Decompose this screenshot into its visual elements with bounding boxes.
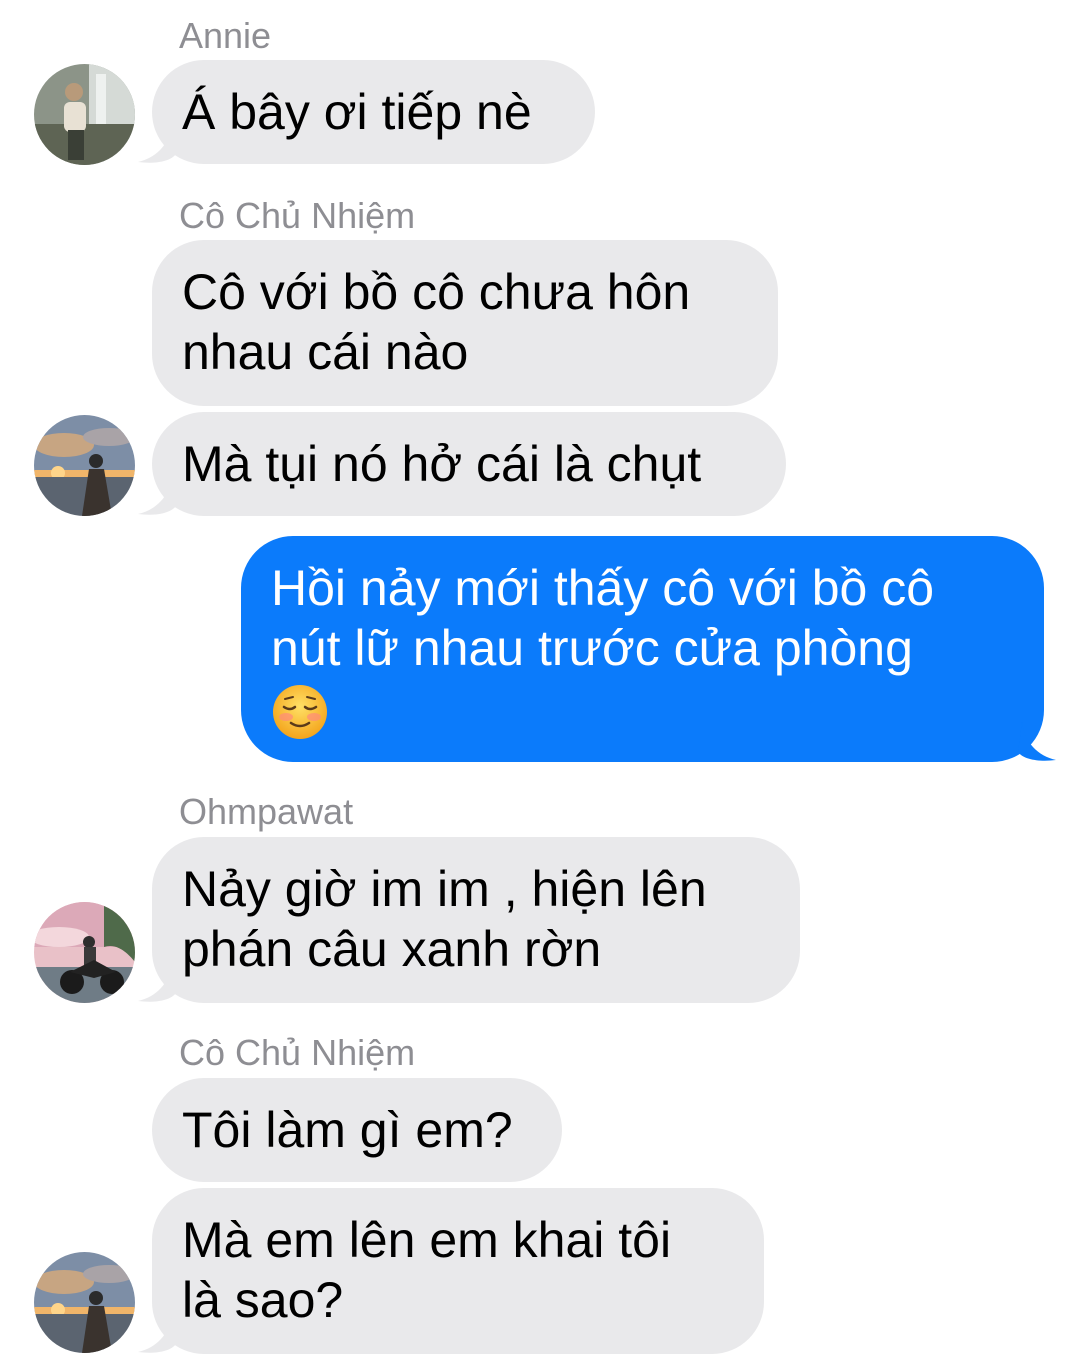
bubble-tail — [138, 476, 176, 515]
message-line: Hồi nảy mới thấy cô với bồ cô — [271, 560, 935, 616]
message-line: Mà em lên em khai tôi — [182, 1212, 672, 1268]
avatar[interactable] — [34, 64, 135, 165]
message-line — [271, 678, 1014, 741]
message-line: là sao? — [182, 1272, 344, 1328]
message-bubble-outgoing[interactable]: Hồi nảy mới thấy cô với bồ cô nút lữ nha… — [241, 536, 1044, 762]
sender-name: Cô Chủ Nhiệm — [179, 1032, 416, 1073]
bubble-tail — [1018, 722, 1056, 761]
message-line: Tôi làm gì em? — [182, 1102, 513, 1158]
message-line: Nảy giờ im im , hiện lên — [182, 861, 707, 917]
message-bubble[interactable]: Tôi làm gì em? — [152, 1078, 562, 1182]
bubble-tail — [138, 1314, 176, 1353]
message-bubble[interactable]: Á bây ơi tiếp nè — [152, 60, 595, 164]
avatar[interactable] — [34, 1252, 135, 1353]
bubble-tail — [138, 124, 176, 163]
avatar[interactable] — [34, 415, 135, 516]
message-line: nút lữ nhau trước cửa phòng — [271, 620, 913, 676]
avatar[interactable] — [34, 902, 135, 1003]
smiling-face-icon — [273, 684, 327, 739]
message-bubble[interactable]: Mà tụi nó hở cái là chụt — [152, 412, 786, 516]
sender-name: Annie — [179, 15, 272, 56]
message-bubble[interactable]: Nảy giờ im im , hiện lên phán câu xanh r… — [152, 837, 800, 1003]
message-line: Á bây ơi tiếp nè — [182, 84, 532, 140]
message-line: nhau cái nào — [182, 324, 469, 380]
sender-name: Ohmpawat — [179, 791, 354, 832]
message-line: Mà tụi nó hở cái là chụt — [182, 436, 702, 492]
sender-name: Cô Chủ Nhiệm — [179, 195, 416, 236]
message-bubble[interactable]: Cô với bồ cô chưa hôn nhau cái nào — [152, 240, 778, 406]
message-bubble[interactable]: Mà em lên em khai tôi là sao? — [152, 1188, 764, 1354]
message-line: Cô với bồ cô chưa hôn — [182, 264, 691, 320]
bubble-tail — [138, 963, 176, 1002]
message-line: phán câu xanh rờn — [182, 921, 602, 977]
